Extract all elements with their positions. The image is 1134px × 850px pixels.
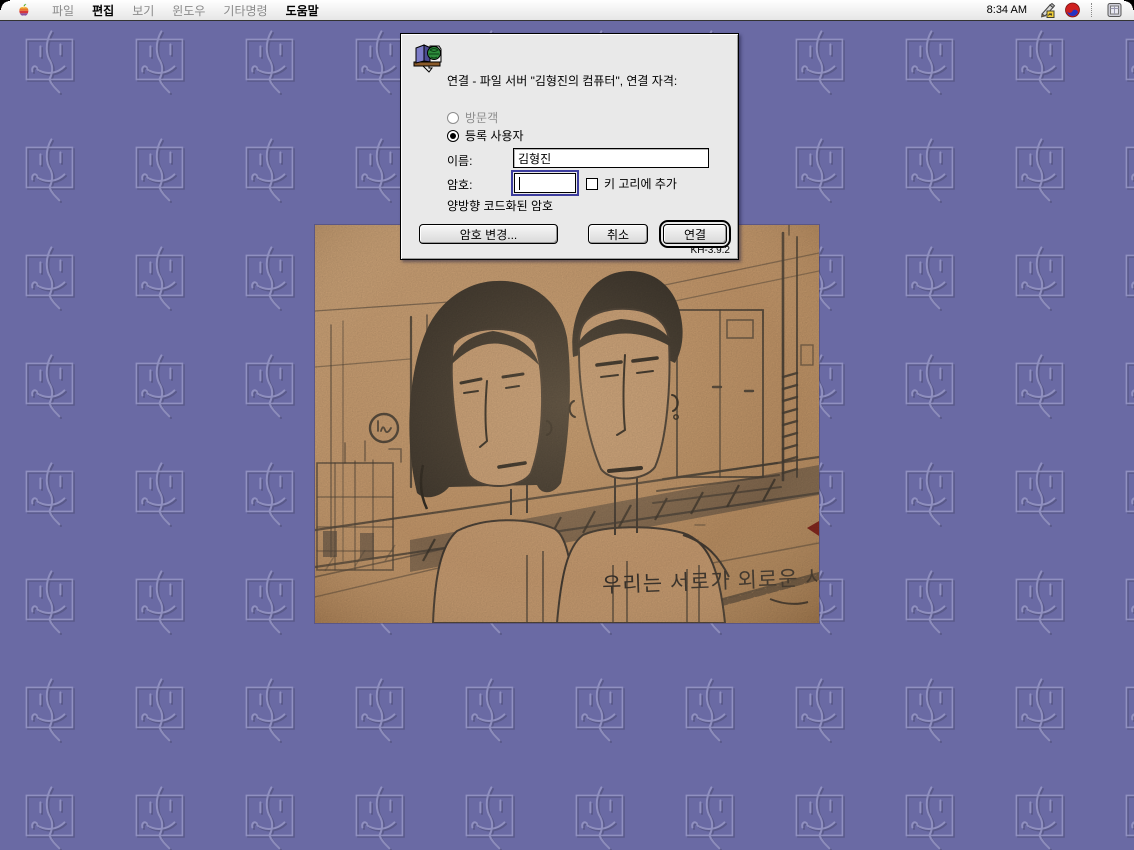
dialog-title: 연결 - 파일 서버 "김형진의 컴퓨터", 연결 자격:	[447, 74, 732, 88]
radio-guest-label: 방문객	[465, 109, 498, 126]
menu-edit[interactable]: 편집	[83, 0, 123, 21]
keychain-checkbox-row[interactable]: 키 고리에 추가	[586, 175, 677, 192]
input-method-pencil-icon[interactable]	[1039, 2, 1056, 18]
application-menu-icon	[1106, 2, 1123, 18]
desktop-picture-sketch: 우리는 서로가 외로운 사람들	[315, 225, 819, 623]
menu-right: 8:34 AM	[987, 2, 1134, 18]
password-focus-ring	[511, 170, 579, 196]
menu-view[interactable]: 보기	[123, 0, 163, 21]
radio-guest[interactable]: 방문객	[447, 109, 498, 126]
menu-clock[interactable]: 8:34 AM	[987, 4, 1031, 16]
version-label: KH-3.9.2	[691, 245, 730, 256]
menu-left: 파일 편집 보기 윈도우 기타명령 도움말	[0, 0, 328, 21]
radio-registered-label: 등록 사용자	[465, 127, 524, 144]
keychain-checkbox-label: 키 고리에 추가	[604, 175, 677, 192]
cancel-button[interactable]: 취소	[588, 224, 648, 244]
menu-help[interactable]: 도움말	[277, 0, 328, 21]
text-caret	[519, 177, 520, 190]
appleshare-file-server-icon	[411, 40, 445, 74]
menu-bar: 파일 편집 보기 윈도우 기타명령 도움말 8:34 AM	[0, 0, 1134, 21]
radio-registered-circle[interactable]	[447, 130, 459, 142]
default-button-ring: 연결	[659, 220, 731, 248]
password-label: 암호:	[447, 176, 472, 193]
menu-other-commands[interactable]: 기타명령	[214, 0, 276, 21]
radio-registered-user[interactable]: 등록 사용자	[447, 127, 524, 144]
korean-ime-taegeuk-icon[interactable]	[1064, 2, 1081, 18]
connect-button[interactable]: 연결	[663, 224, 727, 244]
radio-guest-circle[interactable]	[447, 112, 459, 124]
password-encryption-note: 양방향 코드화된 암호	[447, 197, 553, 214]
sketch-artwork: 우리는 서로가 외로운 사람들	[315, 225, 819, 623]
screen-corner-right	[1124, 0, 1134, 10]
menu-divider	[1091, 3, 1094, 17]
apple-menu-icon[interactable]	[16, 3, 31, 18]
keychain-checkbox[interactable]	[586, 178, 598, 190]
menu-window[interactable]: 윈도우	[163, 0, 214, 21]
password-input[interactable]	[514, 173, 576, 193]
name-label: 이름:	[447, 152, 472, 169]
connect-dialog: 연결 - 파일 서버 "김형진의 컴퓨터", 연결 자격: 방문객 등록 사용자…	[400, 33, 739, 260]
name-input[interactable]	[513, 148, 709, 168]
screen-corner-left	[0, 0, 10, 10]
change-password-button[interactable]: 암호 변경...	[419, 224, 558, 244]
menu-file[interactable]: 파일	[43, 0, 83, 21]
application-menu[interactable]	[1104, 2, 1124, 18]
screen: 우리는 서로가 외로운 사람들 연결 - 파일 서버 "김형진의 컴퓨터", 연…	[0, 0, 1134, 850]
